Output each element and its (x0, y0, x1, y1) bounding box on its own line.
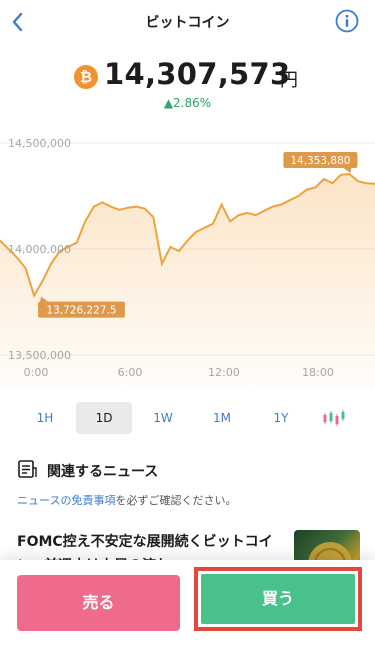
disclaimer-text: を必ずご確認ください。 (115, 494, 237, 507)
svg-text:14,353,880: 14,353,880 (290, 155, 350, 167)
price-unit: 円 (280, 70, 298, 91)
x-tick-label: 12:00 (208, 366, 240, 379)
current-price: 14,307,573 (104, 57, 291, 91)
tab-1w[interactable]: 1W (135, 402, 191, 434)
period-tabs: 1H 1D 1W 1M 1Y (0, 402, 375, 434)
disclaimer-link[interactable]: ニュースの免責事項 (17, 494, 115, 507)
svg-text:13,726,227.5: 13,726,227.5 (46, 305, 116, 317)
price-chart: 14,500,000 14,000,000 13,500,000 0:00 6:00 1… (0, 137, 375, 390)
news-section-title: 関連するニュース (47, 464, 159, 480)
y-tick-label: 13,500,000 (8, 349, 71, 362)
tab-1d[interactable]: 1D (76, 402, 132, 434)
news-icon (18, 460, 37, 478)
y-tick-label: 14,500,000 (8, 137, 71, 150)
x-tick-label: 6:00 (118, 366, 143, 379)
y-tick-label: 14,000,000 (8, 243, 71, 256)
buy-button[interactable]: 買う (201, 574, 355, 624)
tab-1y[interactable]: 1Y (253, 402, 309, 434)
x-tick-label: 18:00 (302, 366, 334, 379)
tab-1h[interactable]: 1H (17, 402, 73, 434)
x-tick-label: 0:00 (24, 366, 49, 379)
price-change: ▲2.86% (163, 96, 212, 110)
tab-1m[interactable]: 1M (194, 402, 250, 434)
info-icon[interactable] (335, 9, 359, 33)
candlestick-icon[interactable] (322, 409, 346, 427)
news-disclaimer: ニュースの免責事項を必ずご確認ください。 (17, 492, 236, 508)
max-price-marker: 14,353,880 (283, 151, 358, 173)
bitcoin-icon: ₿ (74, 65, 98, 89)
page-title: ビットコイン (145, 15, 230, 31)
sell-button[interactable]: 売る (17, 575, 180, 631)
